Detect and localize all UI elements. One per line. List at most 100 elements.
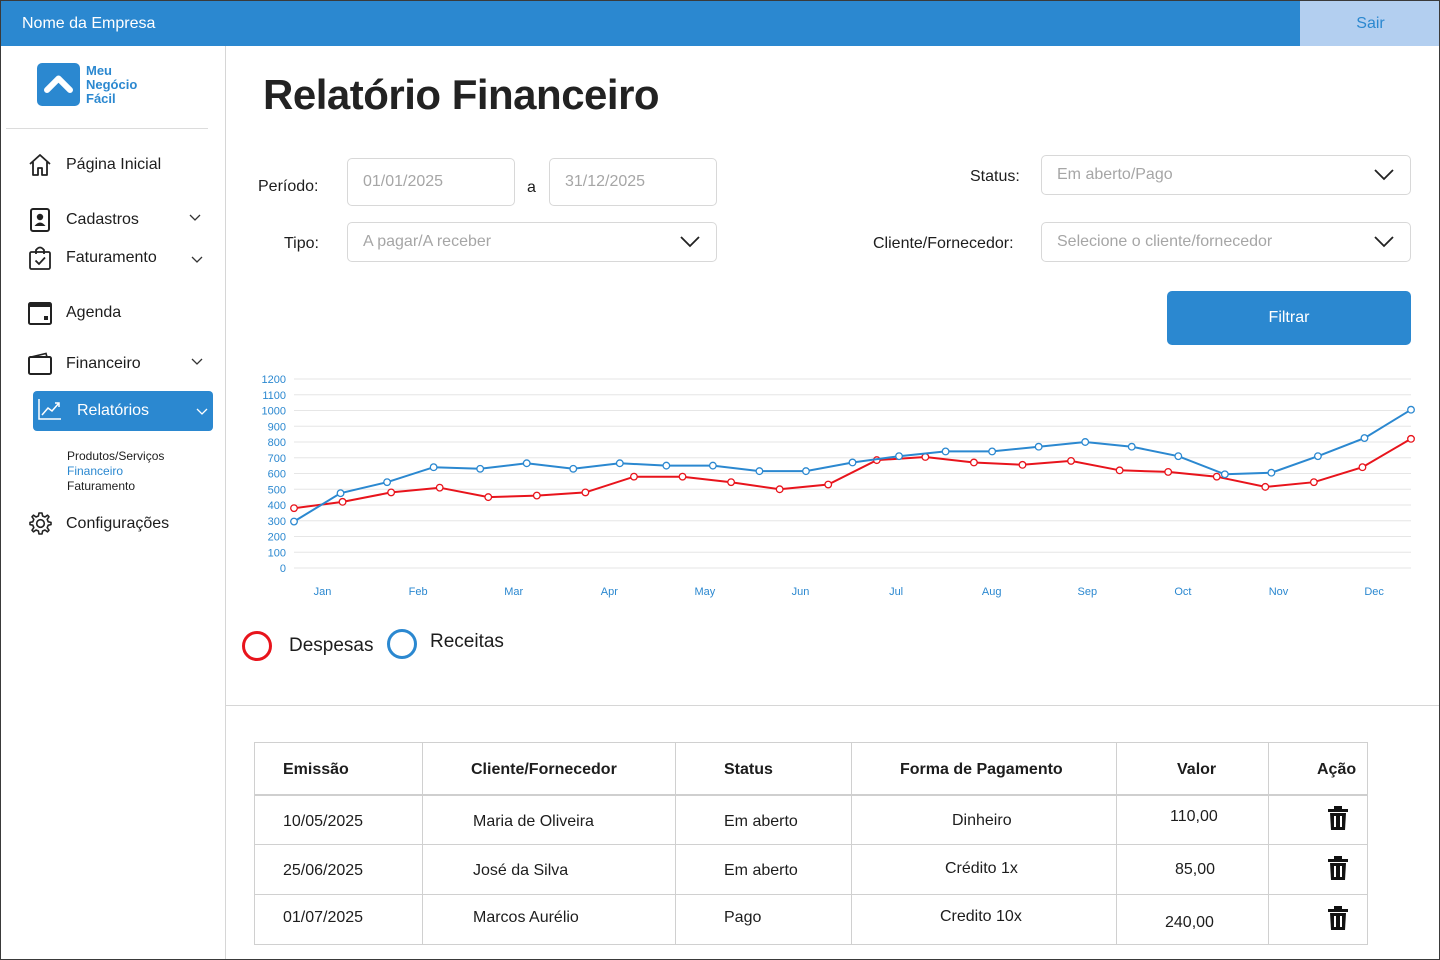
y-tick-label: 0 — [280, 563, 286, 575]
logo[interactable]: Meu Negócio Fácil — [37, 63, 167, 109]
y-tick-label: 1000 — [262, 406, 286, 418]
cell-payment: Dinheiro — [952, 812, 1012, 829]
trash-icon[interactable] — [1328, 906, 1348, 930]
y-tick-label: 900 — [268, 421, 286, 433]
section-divider — [226, 705, 1439, 706]
column-header-date[interactable]: Emissão — [283, 761, 349, 779]
cell-status: Pago — [724, 909, 762, 926]
chevron-down-icon[interactable] — [189, 214, 201, 222]
x-tick-label: Mar — [504, 586, 523, 598]
data-point-receitas — [476, 464, 485, 473]
data-point-despesas — [727, 478, 736, 487]
data-point-despesas — [1115, 466, 1124, 475]
data-point-despesas — [775, 485, 784, 494]
y-tick-label: 800 — [268, 437, 286, 449]
y-tick-label: 1200 — [262, 374, 286, 386]
data-point-receitas — [1034, 442, 1043, 451]
subnav-item-financeiro[interactable]: Financeiro — [67, 464, 164, 479]
row-divider — [255, 894, 1367, 895]
column-header-client[interactable]: Cliente/Fornecedor — [471, 761, 617, 779]
data-point-despesas — [1358, 463, 1367, 472]
chevron-down-icon — [1374, 236, 1394, 248]
header-divider — [255, 794, 1367, 796]
chevron-down-icon[interactable] — [191, 358, 203, 366]
data-point-receitas — [1267, 468, 1276, 477]
column-header-value[interactable]: Valor — [1177, 761, 1216, 779]
x-tick-label: Feb — [409, 586, 428, 598]
type-label: Tipo: — [284, 235, 319, 252]
x-tick-label: Apr — [601, 586, 618, 598]
sidebar-item-faturamento[interactable]: Faturamento — [27, 245, 157, 271]
gear-icon — [27, 511, 53, 537]
sidebar-item-relatorios[interactable]: Relatórios — [33, 391, 213, 431]
cell-status: Em aberto — [724, 813, 798, 830]
data-point-receitas — [522, 459, 531, 468]
column-header-payment[interactable]: Forma de Pagamento — [900, 761, 1063, 779]
sidebar-item-label: Relatórios — [77, 402, 150, 419]
cell-payment: Crédito 1x — [945, 860, 1018, 877]
sidebar-item-configuracoes[interactable]: Configurações — [27, 511, 169, 537]
sidebar-item-agenda[interactable]: Agenda — [27, 300, 121, 326]
chevron-down-icon — [680, 236, 700, 248]
chart-legend: Despesas Receitas — [241, 629, 541, 663]
sidebar-divider — [6, 128, 208, 129]
home-icon — [27, 152, 53, 178]
data-point-receitas — [615, 459, 624, 468]
sidebar: Meu Negócio Fácil Página Inicial Cadastr… — [1, 46, 226, 959]
company-name: Nome da Empresa — [22, 15, 156, 32]
cell-value: 85,00 — [1175, 861, 1216, 878]
data-point-despesas — [1261, 482, 1270, 491]
sidebar-item-label: Cadastros — [66, 211, 139, 228]
x-tick-label: Sep — [1078, 586, 1098, 598]
column-header-status[interactable]: Status — [724, 761, 773, 779]
y-tick-label: 600 — [268, 469, 286, 481]
trash-icon[interactable] — [1328, 856, 1348, 880]
sidebar-item-cadastros[interactable]: Cadastros — [27, 207, 139, 233]
calendar-icon — [27, 300, 53, 326]
row-divider — [255, 844, 1367, 845]
data-point-despesas — [435, 483, 444, 492]
data-point-despesas — [484, 493, 493, 502]
data-point-despesas — [387, 488, 396, 497]
type-select[interactable]: A pagar/A receber — [347, 222, 717, 262]
x-tick-label: Nov — [1269, 586, 1289, 598]
sidebar-item-label: Página Inicial — [66, 156, 162, 173]
subnav-item-produtos[interactable]: Produtos/Serviços — [67, 449, 164, 464]
trash-icon[interactable] — [1328, 806, 1348, 830]
client-select-value: Selecione o cliente/fornecedor — [1057, 233, 1273, 250]
data-point-receitas — [1174, 452, 1183, 461]
data-point-receitas — [895, 452, 903, 461]
y-tick-label: 200 — [268, 532, 286, 544]
sidebar-subnav: Produtos/Serviços Financeiro Faturamento — [67, 449, 164, 494]
cell-date: 10/05/2025 — [283, 813, 364, 830]
legend-item-expenses[interactable]: Despesas — [242, 631, 374, 661]
filter-button[interactable]: Filtrar — [1167, 291, 1411, 345]
sidebar-item-label: Agenda — [66, 304, 122, 321]
y-tick-label: 700 — [268, 453, 286, 465]
legend-item-income[interactable]: Receitas — [387, 629, 504, 659]
x-tick-label: Oct — [1174, 586, 1191, 598]
type-select-value: A pagar/A receber — [363, 233, 492, 250]
chevron-down-icon[interactable] — [191, 256, 203, 264]
period-end-input[interactable]: 31/12/2025 — [549, 158, 717, 206]
chevron-down-icon — [1374, 169, 1394, 181]
sidebar-item-financeiro[interactable]: Financeiro — [27, 351, 141, 377]
logo-icon — [37, 63, 80, 106]
data-point-despesas — [630, 472, 638, 481]
data-point-receitas — [988, 447, 997, 456]
chart-svg: 0 100 200 300 400 500 600 700 800 900 1000 1100 1200… — [262, 374, 1415, 598]
data-point-receitas — [1220, 470, 1229, 479]
y-tick-label: 400 — [268, 500, 286, 512]
chevron-down-icon — [196, 408, 208, 415]
sidebar-item-home[interactable]: Página Inicial — [27, 152, 161, 178]
subnav-item-faturamento[interactable]: Faturamento — [67, 479, 164, 494]
y-tick-label: 500 — [268, 484, 286, 496]
logo-text: Meu Negócio Fácil — [86, 63, 138, 106]
legend-marker-expenses — [242, 631, 272, 661]
client-select[interactable]: Selecione o cliente/fornecedor — [1041, 222, 1411, 262]
data-point-despesas — [1309, 478, 1318, 487]
period-start-input[interactable]: 01/01/2025 — [347, 158, 515, 206]
status-select[interactable]: Em aberto/Pago — [1041, 155, 1411, 195]
x-tick-label: Jul — [889, 586, 903, 598]
logout-button[interactable]: Sair — [1300, 1, 1439, 46]
